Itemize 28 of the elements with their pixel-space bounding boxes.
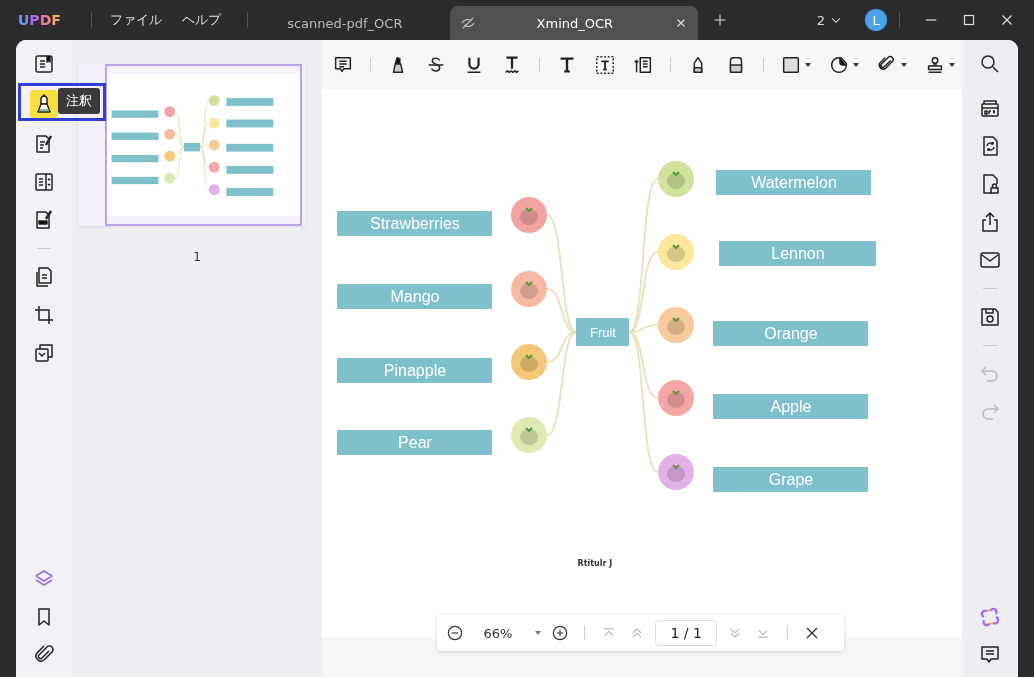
topic-node: Orange — [713, 321, 869, 346]
dropdown-icon[interactable] — [948, 61, 957, 69]
document-tab[interactable]: scanned-pdf_OCR — [259, 6, 430, 40]
topic-node: Lennon — [719, 241, 877, 266]
zoom-level[interactable]: 66% — [483, 625, 513, 641]
dropdown-icon[interactable] — [804, 61, 813, 69]
dropdown-icon[interactable] — [852, 61, 861, 69]
topic-node: Pear — [337, 430, 493, 455]
page-number: 1 — [193, 250, 201, 264]
dropdown-icon[interactable] — [900, 61, 909, 69]
highlighter-icon[interactable] — [29, 90, 58, 118]
topic-node: Watermelon — [716, 170, 872, 195]
text-box-icon[interactable] — [594, 54, 617, 76]
window-count[interactable]: 2 — [816, 12, 825, 28]
tooltip: 注釈 — [57, 88, 100, 114]
topic-node: Strawberries — [337, 211, 493, 236]
menu-item[interactable]: ファイル — [109, 11, 162, 29]
topic-node: Mango — [337, 284, 493, 309]
page-field[interactable]: 1 / 1 — [655, 620, 717, 646]
topic-node: Fruit — [576, 318, 630, 346]
app-logo: UPDF — [18, 12, 61, 28]
hidden-icon — [459, 15, 476, 31]
topic-node: Apple — [713, 394, 869, 419]
menu-item[interactable]: ヘルプ — [181, 11, 221, 29]
topic-node: Pinapple — [337, 358, 493, 383]
topic-node: Grape — [713, 467, 869, 492]
footer-text: Rtitulr J — [577, 559, 613, 568]
document-tab[interactable]: Xmind_OCR — [449, 6, 698, 40]
